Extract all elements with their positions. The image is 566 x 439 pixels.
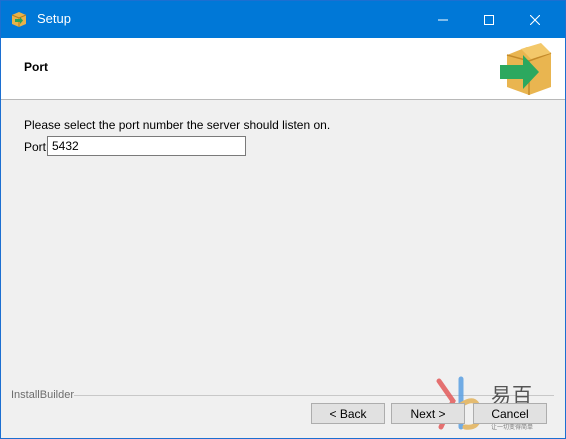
maximize-icon <box>484 14 494 25</box>
app-box-icon <box>11 12 27 27</box>
minimize-icon <box>438 19 448 20</box>
close-icon <box>530 14 540 25</box>
maximize-button[interactable] <box>466 1 512 38</box>
window-title: Setup <box>37 11 71 26</box>
back-button[interactable]: < Back <box>311 403 385 424</box>
port-prompt: Please select the port number the server… <box>24 118 331 132</box>
close-button[interactable] <box>512 1 558 38</box>
title-bar[interactable]: Setup <box>1 1 565 38</box>
port-label: Port <box>24 140 47 154</box>
installbuilder-label: InstallBuilder <box>11 389 74 401</box>
page-title: Port <box>24 60 48 74</box>
port-input[interactable] <box>47 136 246 156</box>
minimize-button[interactable] <box>420 1 466 38</box>
box-arrow-icon <box>500 43 552 95</box>
next-button[interactable]: Next > <box>391 403 465 424</box>
cancel-button[interactable]: Cancel <box>473 403 547 424</box>
setup-window: Setup Port Please select the port number… <box>0 0 566 439</box>
wizard-header: Port <box>1 38 565 100</box>
